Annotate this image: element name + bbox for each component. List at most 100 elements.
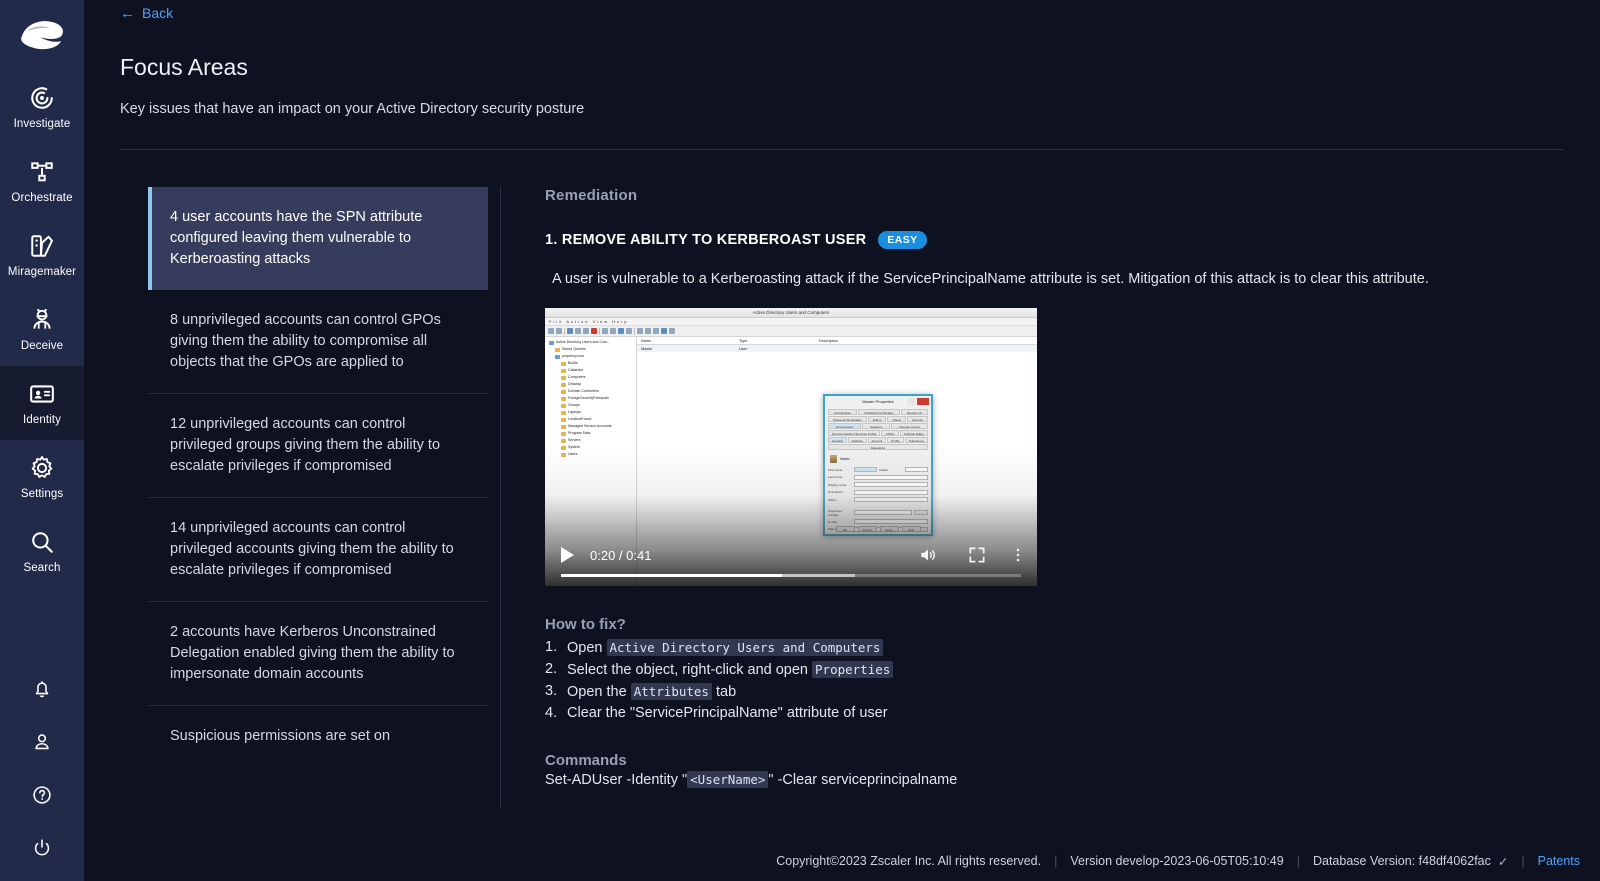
volume-icon xyxy=(917,545,939,565)
sidebar-item-settings[interactable]: Settings xyxy=(0,440,84,514)
dialog-tab: Account xyxy=(868,437,887,443)
tree-item: Laptops xyxy=(547,409,636,416)
footer-separator: | xyxy=(1521,854,1524,868)
video-player[interactable]: Active Directory Users and Computers Fil… xyxy=(545,308,1037,586)
dialog-tab: Member Of xyxy=(901,409,928,415)
how-to-fix-title: How to fix? xyxy=(545,616,1600,633)
focus-area-list[interactable]: 4 user accounts have the SPN attribute c… xyxy=(148,187,488,807)
dialog-tab: Remote control xyxy=(891,423,928,429)
step-number: 1. xyxy=(545,637,561,659)
dialog-field: First name:Initials: xyxy=(828,467,928,472)
dialog-user: Master xyxy=(830,455,928,463)
volume-button[interactable] xyxy=(917,545,939,565)
tree-item: Program Data xyxy=(547,430,636,437)
tree-item: Users xyxy=(547,451,636,458)
main-content: ← Back Focus Areas Key issues that have … xyxy=(84,0,1600,881)
tree-item: LostAndFound xyxy=(547,416,636,423)
sidebar-item-label: Miragemaker xyxy=(8,266,76,278)
ad-column-headers: Name Type Description xyxy=(637,337,1037,345)
other-button xyxy=(914,510,928,515)
help-button[interactable] xyxy=(0,777,84,812)
logo[interactable] xyxy=(0,0,84,70)
dialog-user-name: Master xyxy=(840,457,850,461)
row-name: Master xyxy=(637,347,735,351)
step-number: 4. xyxy=(545,703,561,724)
list-item[interactable]: 14 unprivileged accounts can control pri… xyxy=(148,498,488,602)
tree-item: Domain Controllers xyxy=(547,388,636,395)
sidebar-item-label: Settings xyxy=(21,488,63,500)
step-text: Open Active Directory Users and Computer… xyxy=(567,637,883,659)
inline-code: <UserName> xyxy=(687,771,768,788)
tree-item: prophecy.com xyxy=(547,353,636,360)
account-button[interactable] xyxy=(0,724,84,759)
dialog-tabs: Organization Published Certificates Memb… xyxy=(825,407,931,450)
target-icon xyxy=(29,85,55,111)
inline-code: Properties xyxy=(812,661,893,678)
logout-button[interactable] xyxy=(0,830,84,865)
step-text: Select the object, right-click and open … xyxy=(567,659,893,681)
dialog-tab: Sessions xyxy=(862,423,890,429)
sidebar-item-investigate[interactable]: Investigate xyxy=(0,70,84,144)
sidebar-item-label: Search xyxy=(23,562,60,574)
dialog-tab: Object xyxy=(887,416,906,422)
footer-database-version: Database Version: f48df4062fac xyxy=(1313,854,1491,868)
dialog-tab: Address xyxy=(848,437,867,443)
remediation-description: A user is vulnerable to a Kerberoasting … xyxy=(545,271,1600,287)
video-played xyxy=(561,574,782,577)
tree-item: ForeignSecurityPrincipals xyxy=(547,395,636,402)
more-options-icon xyxy=(1015,545,1021,565)
column-header: Type xyxy=(735,339,815,343)
id-card-icon xyxy=(29,381,55,407)
sidebar-item-orchestrate[interactable]: Orchestrate xyxy=(0,144,84,218)
video-progress-bar[interactable] xyxy=(561,574,1021,577)
sidebar-item-search[interactable]: Search xyxy=(0,514,84,588)
list-item[interactable]: 4 user accounts have the SPN attribute c… xyxy=(148,187,488,290)
nodes-icon xyxy=(29,159,55,185)
more-options-button[interactable] xyxy=(1015,545,1021,565)
dialog-field: Telephone number: xyxy=(828,509,928,517)
commands-title: Commands xyxy=(545,752,1600,769)
dialog-tab: COM+ xyxy=(881,430,898,436)
tree-item: Builtin xyxy=(547,360,636,367)
sidebar-item-deceive[interactable]: Deceive xyxy=(0,292,84,366)
palette-icon xyxy=(29,233,55,259)
sidebar-item-miragemaker[interactable]: Miragemaker xyxy=(0,218,84,292)
video-controls-left: 0:20 / 0:41 xyxy=(561,547,651,563)
gear-icon xyxy=(29,455,55,481)
command-line: Set-ADUser -Identity "<UserName>" -Clear… xyxy=(545,772,1600,788)
sidebar-item-label: Orchestrate xyxy=(11,192,72,204)
tree-item: Callandor xyxy=(547,367,636,374)
tree-item: Servers xyxy=(547,437,636,444)
back-label: Back xyxy=(142,5,173,21)
dialog-field: Office: xyxy=(828,497,928,502)
check-icon: ✓ xyxy=(1498,854,1508,869)
list-item[interactable]: 8 unprivileged accounts can control GPOs… xyxy=(148,290,488,394)
patents-link[interactable]: Patents xyxy=(1538,854,1580,868)
sidebar-item-identity[interactable]: Identity xyxy=(0,366,84,440)
list-item[interactable]: Suspicious permissions are set on xyxy=(148,706,488,767)
step-text: Clear the "ServicePrincipalName" attribu… xyxy=(567,703,888,724)
dialog-tab: Published Certificates xyxy=(858,409,899,415)
step-text: Open the Attributes tab xyxy=(567,681,736,703)
how-to-fix-steps: 1. Open Active Directory Users and Compu… xyxy=(545,637,1600,724)
dialog-field: Last name: xyxy=(828,475,928,480)
step-item: 2. Select the object, right-click and op… xyxy=(545,659,1600,681)
sidebar-item-label: Identity xyxy=(23,414,61,426)
back-row: ← Back xyxy=(84,0,1600,26)
play-icon[interactable] xyxy=(561,547,574,563)
dialog-tab: Remote Desktop Services Profile xyxy=(828,430,880,436)
dialog-field: Description: xyxy=(828,490,928,495)
step-item: 4. Clear the "ServicePrincipalName" attr… xyxy=(545,703,1600,724)
notifications-button[interactable] xyxy=(0,671,84,706)
ad-window-title: Active Directory Users and Computers xyxy=(545,308,1037,318)
list-item[interactable]: 2 accounts have Kerberos Unconstrained D… xyxy=(148,602,488,706)
list-item[interactable]: 12 unprivileged accounts can control pri… xyxy=(148,394,488,498)
fullscreen-icon xyxy=(967,545,987,565)
page-title: Focus Areas xyxy=(84,54,1600,81)
difficulty-badge: EASY xyxy=(878,231,926,249)
back-button[interactable]: ← Back xyxy=(120,5,173,21)
help-icon xyxy=(31,784,53,806)
dialog-tab: General xyxy=(828,437,847,443)
fullscreen-button[interactable] xyxy=(967,545,987,565)
tree-root: Active Directory Users and Com... xyxy=(547,339,636,346)
